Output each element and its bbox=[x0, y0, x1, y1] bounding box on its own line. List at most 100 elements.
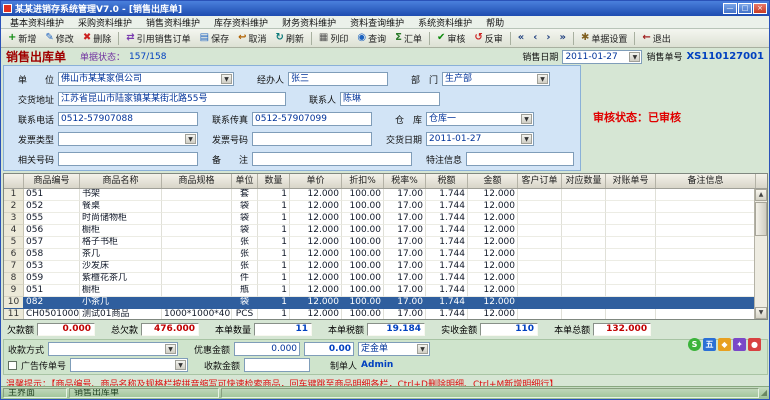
address-input[interactable]: 江苏省昆山市陆家镇某某街北路55号 bbox=[58, 92, 286, 106]
save-button[interactable]: ▤ 保存 bbox=[196, 30, 233, 47]
remark-input[interactable] bbox=[252, 152, 412, 166]
warehouse-select[interactable]: 仓库一 ▼ bbox=[426, 112, 534, 126]
menu-item-3[interactable]: 库存资料维护 bbox=[207, 16, 275, 29]
cell: 张 bbox=[232, 249, 258, 261]
table-row[interactable]: 1 051 书架套 1 12.000 100.00 17.00 1.744 12.000 bbox=[4, 189, 754, 201]
column-header[interactable]: 商品编号 bbox=[24, 174, 80, 188]
table-row[interactable]: 11 CH05010001 测试01商品 1000*1000*40 PCS 1 12.000… bbox=[4, 309, 754, 319]
menu-item-1[interactable]: 采购资料维护 bbox=[71, 16, 139, 29]
column-header[interactable]: 单价 bbox=[290, 174, 342, 188]
print-button[interactable]: ▦ 列印 bbox=[315, 30, 352, 47]
tray-icon-2[interactable]: ✦ bbox=[733, 338, 746, 351]
chevron-down-icon[interactable]: ▼ bbox=[221, 74, 232, 84]
nav-last-button[interactable]: » bbox=[556, 31, 570, 45]
column-header[interactable]: 商品名称 bbox=[80, 174, 162, 188]
collect-button[interactable]: Σ 汇单 bbox=[391, 30, 426, 47]
discount-input[interactable]: 0.000 bbox=[234, 342, 301, 356]
ref-order-button[interactable]: ⇄ 引用销售订单 bbox=[122, 30, 194, 47]
contact-input[interactable]: 陈琳 bbox=[340, 92, 440, 106]
phone-input[interactable]: 0512-57907088 bbox=[58, 112, 198, 126]
column-header[interactable]: 客户订单 bbox=[518, 174, 562, 188]
scroll-up-icon[interactable]: ▲ bbox=[755, 189, 767, 201]
exit-button[interactable]: ← 退出 bbox=[638, 30, 674, 47]
skype-icon[interactable]: S bbox=[688, 338, 701, 351]
column-header[interactable]: 对应数量 bbox=[562, 174, 606, 188]
promo-select[interactable]: ▼ bbox=[70, 358, 189, 372]
vertical-scrollbar[interactable]: ▲ ▼ bbox=[754, 189, 767, 319]
column-header[interactable]: 金额 bbox=[468, 174, 518, 188]
chevron-down-icon[interactable]: ▼ bbox=[175, 360, 187, 370]
table-row[interactable]: 3 055 时尚储物柜袋 1 12.000 100.00 17.00 1.744 12.000 bbox=[4, 213, 754, 225]
scrollbar-thumb[interactable] bbox=[755, 202, 767, 236]
minimize-button[interactable]: — bbox=[723, 3, 737, 14]
menu-item-6[interactable]: 系统资料维护 bbox=[411, 16, 479, 29]
invoice-no-input[interactable] bbox=[252, 132, 372, 146]
chevron-down-icon[interactable]: ▼ bbox=[521, 134, 532, 144]
total-value: 476.000 bbox=[141, 323, 200, 336]
cancel-button[interactable]: ↩ 取消 bbox=[234, 30, 270, 47]
cell: 测试01商品 bbox=[80, 309, 162, 319]
cell bbox=[606, 249, 656, 261]
menu-item-2[interactable]: 销售资料维护 bbox=[139, 16, 207, 29]
resize-grip[interactable]: ◢ bbox=[761, 388, 767, 398]
table-row[interactable]: 4 056 橱柜袋 1 12.000 100.00 17.00 1.744 12.000 bbox=[4, 225, 754, 237]
promo-checkbox[interactable] bbox=[8, 360, 17, 370]
table-row[interactable]: 10 082 小茶几袋 1 12.000 100.00 17.00 1.744 12.000 bbox=[4, 297, 754, 309]
chevron-down-icon[interactable]: ▼ bbox=[185, 134, 196, 144]
table-row[interactable]: 6 058 茶几张 1 12.000 100.00 17.00 1.744 12.000 bbox=[4, 249, 754, 261]
delete-button[interactable]: ✖ 删除 bbox=[79, 30, 115, 47]
menu-item-5[interactable]: 资料查询维护 bbox=[343, 16, 411, 29]
chevron-down-icon[interactable]: ▼ bbox=[521, 114, 532, 124]
scroll-down-icon[interactable]: ▼ bbox=[755, 307, 767, 319]
nav-prev-button[interactable]: ‹ bbox=[529, 31, 541, 45]
refresh-button[interactable]: ↻ 刷新 bbox=[272, 30, 308, 47]
chevron-down-icon[interactable]: ▼ bbox=[417, 344, 429, 354]
column-header[interactable]: 对账单号 bbox=[606, 174, 656, 188]
tray-icon-1[interactable]: ◆ bbox=[718, 338, 731, 351]
table-row[interactable]: 5 057 格子书柜张 1 12.000 100.00 17.00 1.744 12.000 bbox=[4, 237, 754, 249]
column-header[interactable]: 商品规格 bbox=[162, 174, 232, 188]
column-header[interactable]: 备注信息 bbox=[656, 174, 756, 188]
cell: 1.744 bbox=[426, 261, 468, 273]
new-button[interactable]: + 新增 bbox=[4, 30, 40, 47]
table-row[interactable]: 7 053 沙发床张 1 12.000 100.00 17.00 1.744 12.000 bbox=[4, 261, 754, 273]
deliver-date-input[interactable]: 2011-01-27 ▼ bbox=[426, 132, 534, 146]
column-header[interactable]: 税额 bbox=[426, 174, 468, 188]
query-button[interactable]: ◉ 查询 bbox=[353, 30, 390, 47]
fax-input[interactable]: 0512-57907099 bbox=[252, 112, 372, 126]
special-info-input[interactable] bbox=[466, 152, 574, 166]
deposit-select[interactable]: 定金单 ▼ bbox=[358, 342, 431, 356]
related-no-input[interactable] bbox=[58, 152, 198, 166]
table-row[interactable]: 9 051 橱柜瓶 1 12.000 100.00 17.00 1.744 12.000 bbox=[4, 285, 754, 297]
chevron-down-icon[interactable]: ▼ bbox=[537, 74, 548, 84]
unaudit-button[interactable]: ↺ 反审 bbox=[470, 30, 506, 47]
menu-item-0[interactable]: 基本资料维护 bbox=[3, 16, 71, 29]
column-header[interactable]: 税率% bbox=[384, 174, 426, 188]
close-button[interactable]: × bbox=[753, 3, 767, 14]
table-row[interactable]: 2 052 餐桌袋 1 12.000 100.00 17.00 1.744 12.000 bbox=[4, 201, 754, 213]
menu-item-7[interactable]: 帮助 bbox=[479, 16, 511, 29]
dept-select[interactable]: 生产部 ▼ bbox=[442, 72, 550, 86]
receive-input[interactable] bbox=[244, 358, 311, 372]
tray-icon-3[interactable]: ● bbox=[748, 338, 761, 351]
column-header[interactable]: 折扣% bbox=[342, 174, 384, 188]
nav-first-button[interactable]: « bbox=[514, 31, 528, 45]
pay-method-select[interactable]: ▼ bbox=[48, 342, 179, 356]
unit-select[interactable]: 佛山市某某家俱公司 ▼ bbox=[58, 72, 234, 86]
ime-icon[interactable]: 五 bbox=[703, 338, 716, 351]
audit-button[interactable]: ✔ 审核 bbox=[433, 30, 469, 47]
chevron-down-icon[interactable]: ▼ bbox=[629, 51, 641, 62]
row-number-header[interactable] bbox=[4, 174, 24, 188]
menu-item-4[interactable]: 财务资料维护 bbox=[275, 16, 343, 29]
chevron-down-icon[interactable]: ▼ bbox=[165, 344, 177, 354]
sale-date-input[interactable]: 2011-01-27 ▼ bbox=[562, 49, 643, 64]
column-header[interactable]: 单位 bbox=[232, 174, 258, 188]
invoice-type-select[interactable]: ▼ bbox=[58, 132, 198, 146]
agent-input[interactable]: 张三 bbox=[288, 72, 388, 86]
table-row[interactable]: 8 059 紫檀花茶几件 1 12.000 100.00 17.00 1.744 12.000 bbox=[4, 273, 754, 285]
maximize-button[interactable]: □ bbox=[738, 3, 752, 14]
nav-next-button[interactable]: › bbox=[542, 31, 554, 45]
settings-button[interactable]: ✱ 单据设置 bbox=[577, 30, 631, 47]
column-header[interactable]: 数量 bbox=[258, 174, 290, 188]
edit-button[interactable]: ✎ 修改 bbox=[41, 30, 77, 47]
